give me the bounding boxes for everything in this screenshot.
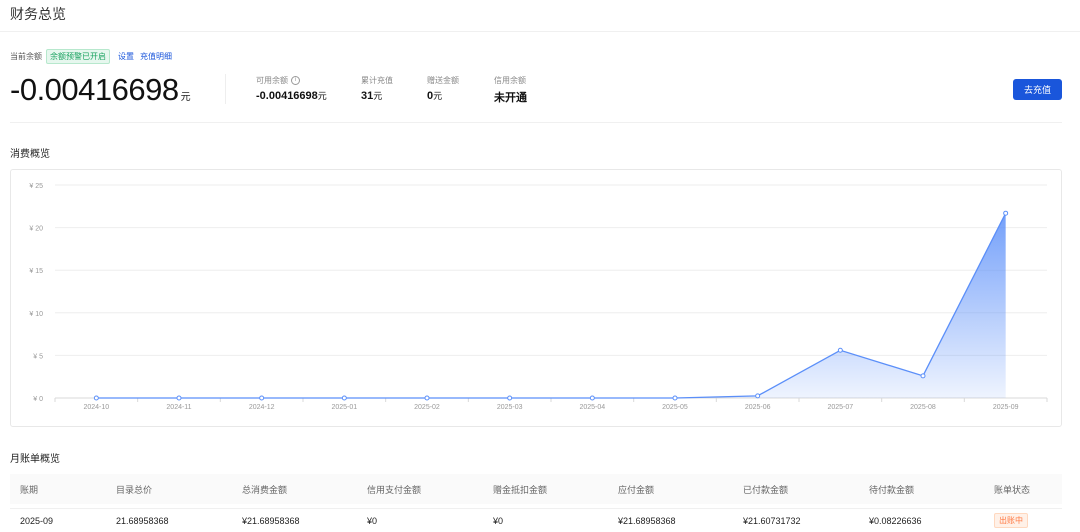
x-tick-label: 2025-05 bbox=[662, 404, 688, 411]
y-tick-label: ¥ 0 bbox=[33, 396, 43, 403]
x-tick-label: 2025-07 bbox=[827, 404, 853, 411]
stat-credit-balance: 信用余额 未开通 bbox=[494, 75, 527, 105]
page-title: 财务总览 bbox=[10, 6, 66, 22]
balance-amount: -0.00416698 bbox=[10, 72, 179, 107]
recharge-detail-link[interactable]: 充值明细 bbox=[140, 51, 172, 62]
stat-label: 可用余额 bbox=[256, 76, 288, 85]
y-tick-label: ¥ 25 bbox=[29, 183, 43, 190]
current-balance: -0.00416698 元 bbox=[10, 72, 191, 108]
data-point bbox=[755, 393, 761, 399]
stat-label: 信用余额 bbox=[494, 76, 526, 85]
bill-status-badge: 出账中 bbox=[994, 513, 1028, 528]
stat-label: 赠送金额 bbox=[427, 76, 459, 85]
stat-gift-amount: 赠送金额 0元 bbox=[427, 75, 459, 102]
stat-available-balance: 可用余额 i -0.00416698元 bbox=[256, 75, 327, 102]
x-tick-label: 2024-12 bbox=[249, 404, 275, 411]
x-tick-label: 2025-06 bbox=[745, 404, 771, 411]
x-tick-label: 2025-04 bbox=[579, 404, 605, 411]
col-period: 账期 bbox=[20, 484, 39, 495]
x-tick-label: 2025-08 bbox=[910, 404, 936, 411]
col-payable: 应付金额 bbox=[618, 484, 655, 495]
table-header: 账期 目录总价 总消费金额 信用支付金额 赠金抵扣金额 应付金额 已付款金额 待… bbox=[10, 474, 1062, 504]
col-total-consumption: 总消费金额 bbox=[242, 484, 288, 495]
y-tick-label: ¥ 10 bbox=[29, 311, 43, 318]
stat-unit: 元 bbox=[373, 91, 383, 101]
alert-status-badge: 余额预警已开启 bbox=[46, 49, 110, 64]
data-point bbox=[672, 395, 678, 401]
stat-total-recharge: 累计充值 31元 bbox=[361, 75, 393, 102]
x-tick-label: 2025-01 bbox=[331, 404, 357, 411]
cell-paid: ¥21.60731732 bbox=[743, 515, 801, 526]
section-divider bbox=[10, 122, 1062, 123]
data-point bbox=[920, 373, 926, 379]
data-point bbox=[837, 347, 843, 353]
balance-unit: 元 bbox=[180, 92, 191, 103]
cell-total-consumption: ¥21.68958368 bbox=[242, 515, 300, 526]
settings-link[interactable]: 设置 bbox=[118, 51, 134, 62]
col-gift-deduction: 赠金抵扣金额 bbox=[493, 484, 548, 495]
x-tick-label: 2024-10 bbox=[83, 404, 109, 411]
col-bill-status: 账单状态 bbox=[994, 484, 1031, 495]
stat-value: -0.00416698 bbox=[256, 90, 318, 102]
cell-credit-payment: ¥0 bbox=[367, 515, 378, 526]
y-tick-label: ¥ 15 bbox=[29, 268, 43, 275]
info-icon[interactable]: i bbox=[291, 76, 300, 85]
data-point bbox=[93, 395, 99, 401]
x-tick-label: 2025-03 bbox=[497, 404, 523, 411]
stat-value: 未开通 bbox=[494, 92, 527, 104]
col-credit-payment: 信用支付金额 bbox=[367, 484, 422, 495]
stat-label: 累计充值 bbox=[361, 76, 393, 85]
monthly-bill-section-title: 月账单概览 bbox=[10, 454, 60, 465]
x-tick-label: 2025-09 bbox=[993, 404, 1019, 411]
stat-value: 31 bbox=[361, 90, 374, 102]
data-point bbox=[507, 395, 513, 401]
cell-pending: ¥0.08226636 bbox=[869, 515, 922, 526]
data-point bbox=[176, 395, 182, 401]
consumption-chart-svg: ¥ 0 ¥ 5 ¥ 10 ¥ 15 ¥ 20 ¥ 25 2024-10 2024-11 2024… bbox=[29, 183, 1048, 411]
cell-gift-deduction: ¥0 bbox=[493, 515, 504, 526]
x-tick-label: 2024-11 bbox=[166, 404, 191, 411]
data-point bbox=[424, 395, 430, 401]
cell-payable: ¥21.68958368 bbox=[618, 515, 676, 526]
consumption-chart: ¥ 0 ¥ 5 ¥ 10 ¥ 15 ¥ 20 ¥ 25 2024-10 2024-11 2024… bbox=[10, 169, 1062, 427]
balance-label: 当前余额 bbox=[10, 52, 42, 61]
stat-unit: 元 bbox=[433, 91, 443, 101]
series-area bbox=[96, 213, 1006, 398]
col-pending: 待付款金额 bbox=[869, 484, 915, 495]
data-point bbox=[259, 395, 265, 401]
y-tick-label: ¥ 5 bbox=[33, 353, 43, 360]
consumption-section-title: 消费概览 bbox=[10, 149, 50, 160]
stat-unit: 元 bbox=[317, 91, 327, 101]
stats-divider bbox=[225, 74, 226, 104]
table-row[interactable]: 2025-09 21.68958368 ¥21.68958368 ¥0 ¥0 ¥… bbox=[10, 508, 1062, 532]
title-divider bbox=[0, 31, 1080, 32]
balance-header: 当前余额 余额预警已开启 设置 充值明细 bbox=[10, 49, 172, 64]
col-paid: 已付款金额 bbox=[743, 484, 789, 495]
data-point bbox=[341, 395, 347, 401]
recharge-button[interactable]: 去充值 bbox=[1013, 79, 1062, 100]
cell-period: 2025-09 bbox=[20, 515, 54, 526]
data-point bbox=[589, 395, 595, 401]
y-tick-label: ¥ 20 bbox=[29, 226, 43, 233]
data-point bbox=[1003, 210, 1009, 216]
x-tick-label: 2025-02 bbox=[414, 404, 440, 411]
cell-catalog-price: 21.68958368 bbox=[116, 515, 169, 526]
col-catalog-price: 目录总价 bbox=[116, 484, 153, 495]
